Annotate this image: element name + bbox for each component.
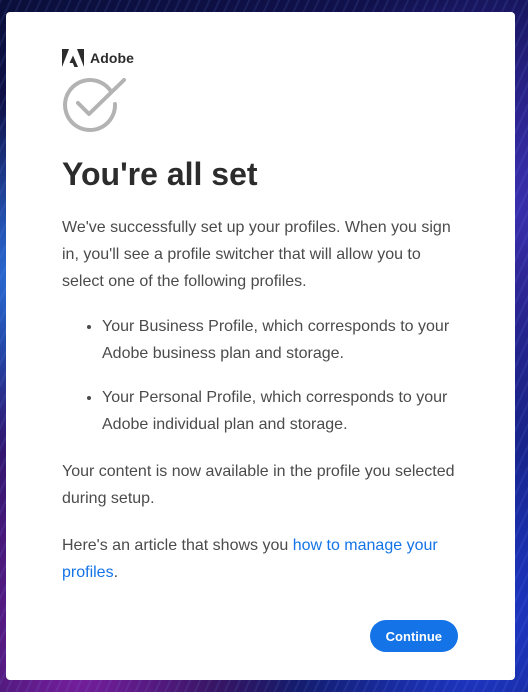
dialog-card: Adobe You're all set We've successfully … [6,12,515,680]
intro-text: We've successfully set up your profiles.… [62,219,451,290]
brand-name: Adobe [90,50,135,66]
page-title: You're all set [62,156,258,192]
article-text: Here's an article that shows you how to … [62,532,459,586]
list-item-personal-profile: Your Personal Profile, which corresponds… [102,384,459,438]
adobe-logo-icon [62,49,84,67]
dialog-actions: Continue [62,620,459,652]
profile-list: Your Business Profile, which corresponds… [62,313,459,438]
checkmark-circle-icon [62,76,132,134]
brand-header: Adobe [62,48,459,68]
list-item-business-profile: Your Business Profile, which corresponds… [102,313,459,367]
article-prefix: Here's an article that shows you [62,537,293,554]
content-note-text: Your content is now available in the pro… [62,463,455,507]
article-suffix: . [113,564,119,581]
continue-button[interactable]: Continue [369,620,458,652]
